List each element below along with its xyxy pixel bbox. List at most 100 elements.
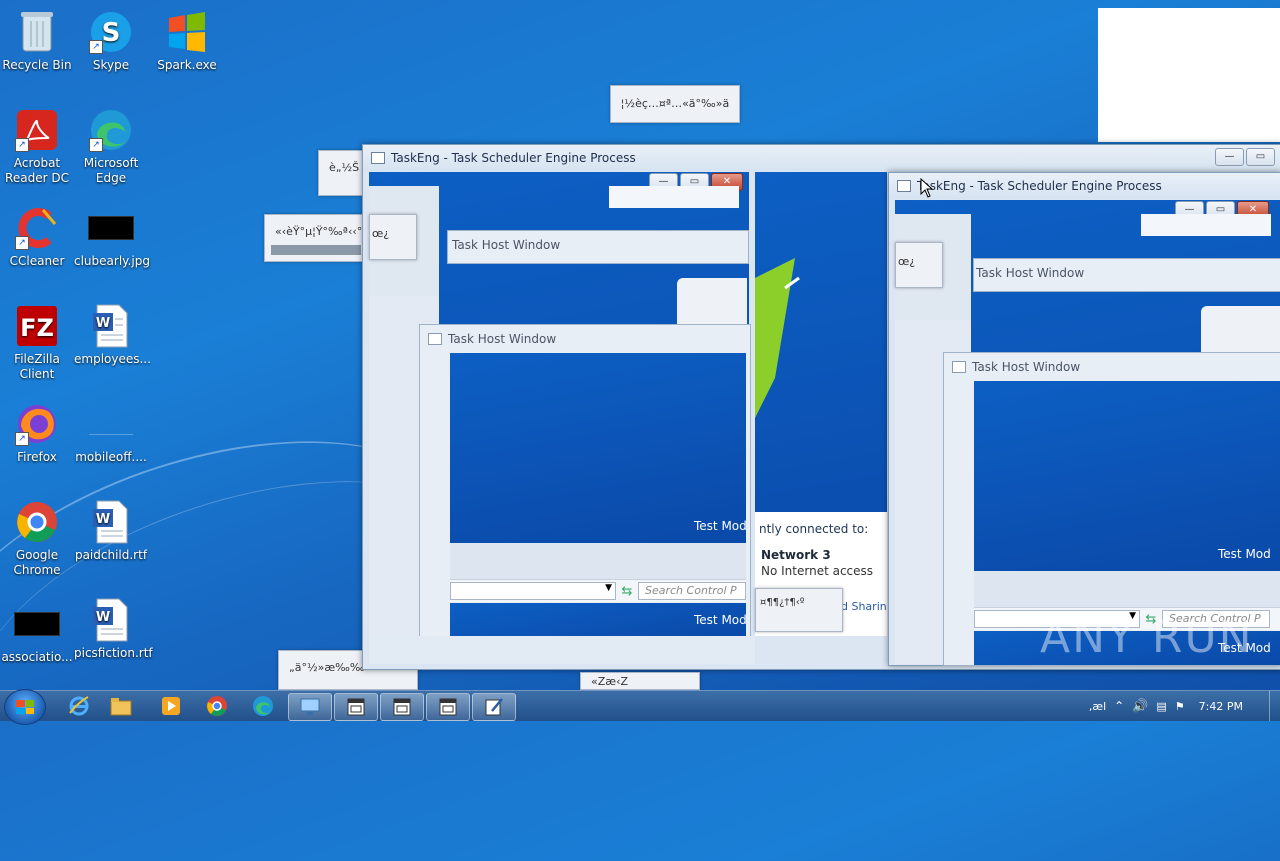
- desktop-icon-ccleaner[interactable]: ↗ CCleaner: [0, 204, 74, 269]
- windows-flag-icon: [16, 700, 34, 714]
- popup-text: è„½Š: [329, 161, 360, 174]
- edge-icon: [253, 696, 273, 716]
- window-title: TaskEng - Task Scheduler Engine Process: [391, 151, 636, 165]
- ccleaner-icon: ↗: [13, 204, 61, 252]
- desktop-icon-clubearly[interactable]: clubearly.jpg: [74, 204, 150, 269]
- blank-file-icon: [87, 400, 135, 448]
- taskbar-taskeng-1[interactable]: [334, 693, 378, 721]
- task-host-pane: — ▭ ✕ œ¿ Task Host Window Task Host Wind…: [369, 172, 751, 638]
- wallpaper-region: ntly connected to: Network 3 No Internet…: [755, 172, 887, 636]
- mojibake-popup[interactable]: œ¿: [895, 242, 943, 288]
- stacked-window: [677, 278, 747, 328]
- action-center-flag-icon[interactable]: ⚑: [1175, 700, 1185, 713]
- desktop-icon-label: picsfiction.rtf: [74, 646, 153, 660]
- chrome-icon: [207, 696, 227, 716]
- desktop-icon-associatio[interactable]: associatio...: [0, 600, 74, 665]
- desktop-icon-picsfiction[interactable]: W picsfiction.rtf: [74, 596, 153, 661]
- popup-text: œ¿: [372, 227, 390, 240]
- sharing-link[interactable]: d Sharin: [841, 600, 887, 613]
- desktop-icon-skype[interactable]: S ↗ Skype: [74, 8, 148, 73]
- window-title: Task Host Window: [452, 238, 561, 252]
- desktop-icon-employees[interactable]: W employees...: [74, 302, 151, 367]
- word-document-icon: W: [87, 596, 135, 644]
- desktop-icon-spark[interactable]: Spark.exe: [150, 8, 224, 73]
- desktop-icon-label: Spark.exe: [157, 58, 217, 72]
- mojibake-popup[interactable]: «Zæ‹Z: [580, 672, 700, 690]
- desktop-icon-label: mobileoff....: [75, 450, 147, 464]
- system-tray: ‚æl ⌃ 🔊 ▤ ⚑ 7:42 PM: [1089, 691, 1280, 721]
- maximize-button[interactable]: ▭: [1246, 148, 1275, 166]
- test-mode-text: Test Mod: [694, 519, 747, 533]
- task-host-window[interactable]: Task Host Window Test Mod ▼ ⇆ Search Con…: [419, 324, 751, 638]
- stacked-window: [609, 186, 739, 208]
- volume-icon[interactable]: 🔊: [1132, 699, 1148, 714]
- svg-text:W: W: [96, 512, 110, 527]
- toolbar-area: [974, 571, 1280, 607]
- taskbar-ie[interactable]: [58, 693, 100, 719]
- desktop-icon-label: Acrobat Reader DC: [5, 156, 69, 185]
- explorer-icon: [110, 698, 132, 716]
- edge-icon: ↗: [87, 106, 135, 154]
- task-host-window[interactable]: Task Host Window: [447, 230, 749, 264]
- address-bar: ▼ ⇆ Search Control P: [450, 579, 746, 602]
- desktop-icon-mobileoff[interactable]: mobileoff....: [74, 400, 148, 465]
- taskbar-edge[interactable]: [242, 693, 284, 719]
- network-name[interactable]: Network 3: [755, 536, 887, 562]
- mojibake-popup[interactable]: œ¿: [369, 214, 417, 260]
- svg-text:FZ: FZ: [20, 314, 54, 342]
- window-titlebar[interactable]: TaskEng - Task Scheduler Engine Process: [363, 145, 1280, 171]
- mojibake-popup[interactable]: «‹èŸ°µ¦Ÿ°‰ª‹‹°: [264, 214, 368, 262]
- window-title: TaskEng - Task Scheduler Engine Process: [917, 179, 1162, 193]
- popup-text: «‹èŸ°µ¦Ÿ°‰ª‹‹°: [275, 225, 363, 238]
- refresh-icon[interactable]: ⇆: [616, 584, 638, 599]
- taskbar-taskeng-3[interactable]: [426, 693, 470, 721]
- svg-text:W: W: [96, 610, 110, 625]
- control-panel-icon: [300, 698, 320, 715]
- taskbar: ‚æl ⌃ 🔊 ▤ ⚑ 7:42 PM: [0, 689, 1280, 725]
- windows-logo-icon: [163, 8, 211, 56]
- window-titlebar[interactable]: TaskEng - Task Scheduler Engine Process: [889, 173, 1280, 199]
- taskbar-explorer[interactable]: [100, 693, 142, 719]
- desktop-icon-firefox[interactable]: ↗ Firefox: [0, 400, 74, 465]
- search-input[interactable]: Search Control P: [638, 582, 746, 600]
- desktop-icon-acrobat[interactable]: ↗ Acrobat Reader DC: [0, 106, 74, 186]
- address-combo[interactable]: ▼: [450, 582, 616, 600]
- desktop-icon-filezilla[interactable]: FZ FileZilla Client: [0, 302, 74, 382]
- ie-icon: [69, 696, 89, 716]
- desktop-icon-label: paidchild.rtf: [74, 548, 148, 562]
- anyrun-watermark: ANY RUN: [1040, 612, 1254, 663]
- word-document-icon: W: [87, 302, 135, 350]
- show-desktop-button[interactable]: [1269, 691, 1280, 721]
- desktop-icon-paidchild[interactable]: W paidchild.rtf: [74, 498, 148, 563]
- taskbar-chrome[interactable]: [196, 693, 238, 719]
- network-icon[interactable]: ▤: [1156, 700, 1166, 713]
- taskbar-wordpad[interactable]: [472, 693, 516, 721]
- task-host-pane: — ▭ ✕ œ¿ Task Host Window Task Host Wind…: [895, 200, 1280, 666]
- firefox-icon: ↗: [13, 400, 61, 448]
- mojibake-popup[interactable]: è„½Š: [318, 150, 368, 196]
- taskbar-control-panel[interactable]: [288, 693, 332, 721]
- taskeng-icon: [393, 698, 411, 716]
- desktop-icon-edge[interactable]: ↗ Microsoft Edge: [74, 106, 148, 186]
- mojibake-popup[interactable]: ¦½èç…¤ª…«ä°‰»ä: [610, 85, 740, 123]
- desktop-icon-label: employees...: [74, 352, 151, 366]
- minimize-button[interactable]: —: [1215, 148, 1244, 166]
- window-content: Test Mod: [450, 353, 747, 543]
- language-indicator[interactable]: ‚æl: [1089, 700, 1106, 713]
- taskbar-media-player[interactable]: [150, 693, 192, 719]
- desktop-icon-chrome[interactable]: Google Chrome: [0, 498, 74, 578]
- task-host-window[interactable]: Task Host Window: [973, 258, 1280, 292]
- desktop-icon-label: FileZilla Client: [14, 352, 60, 381]
- app-window-icon: [371, 152, 385, 164]
- window-controls: — ▭: [1215, 148, 1275, 166]
- app-window-icon: [428, 333, 442, 345]
- taskbar-taskeng-2[interactable]: [380, 693, 424, 721]
- word-document-icon: W: [87, 498, 135, 546]
- chevron-up-icon[interactable]: ⌃: [1114, 699, 1124, 713]
- clock[interactable]: 7:42 PM: [1199, 700, 1243, 713]
- desktop-icon-label: Recycle Bin: [2, 58, 72, 72]
- desktop-icon-recycle-bin[interactable]: Recycle Bin: [0, 8, 74, 73]
- mojibake-popup[interactable]: ¤¶¶¿†¶‹º: [755, 588, 843, 632]
- desktop-icon-label: Skype: [92, 58, 130, 72]
- taskeng-window[interactable]: TaskEng - Task Scheduler Engine Process …: [888, 172, 1280, 666]
